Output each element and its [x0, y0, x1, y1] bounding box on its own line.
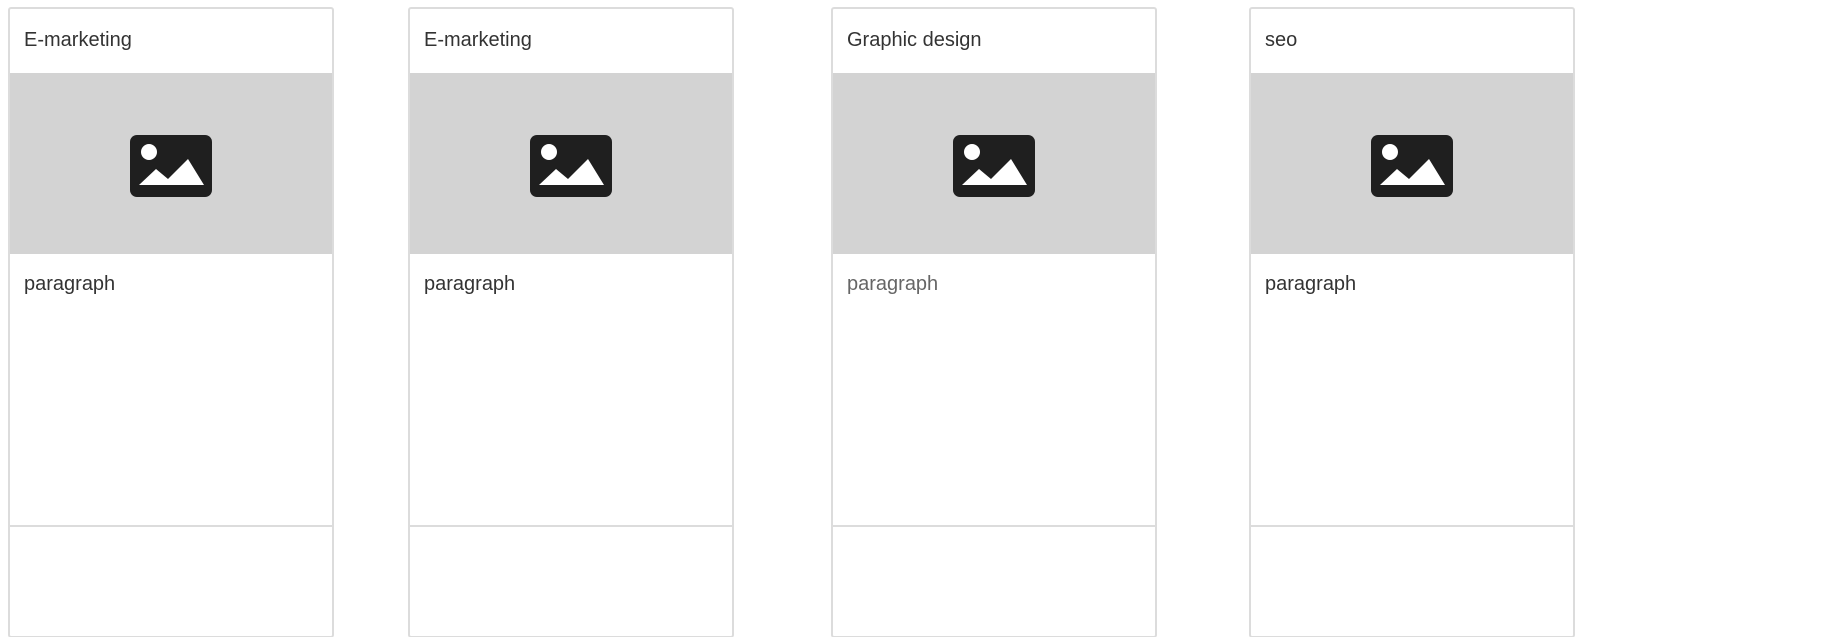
card-footer-divider: [1251, 525, 1573, 527]
card-image-placeholder: [410, 73, 732, 254]
card-paragraph: paragraph: [847, 273, 939, 295]
card-title: E-marketing: [24, 29, 132, 51]
card-image-placeholder: [833, 73, 1155, 254]
card-paragraph: paragraph: [424, 273, 516, 295]
service-card[interactable]: seo paragraph: [1249, 7, 1575, 637]
card-footer-divider: [10, 525, 332, 527]
card-title: Graphic design: [847, 29, 982, 51]
image-placeholder-icon: [1371, 134, 1453, 197]
card-paragraph: paragraph: [24, 273, 116, 295]
card-image-placeholder: [10, 73, 332, 254]
image-placeholder-icon: [530, 134, 612, 197]
card-grid: E-marketing paragraph E-marketing paragr…: [0, 0, 1841, 637]
card-paragraph: paragraph: [1265, 273, 1357, 295]
service-card[interactable]: Graphic design paragraph: [831, 7, 1157, 637]
service-card[interactable]: E-marketing paragraph: [408, 7, 734, 637]
card-footer-divider: [410, 525, 732, 527]
service-card[interactable]: E-marketing paragraph: [8, 7, 334, 637]
card-image-placeholder: [1251, 73, 1573, 254]
card-footer-divider: [833, 525, 1155, 527]
image-placeholder-icon: [130, 134, 212, 197]
image-placeholder-icon: [953, 134, 1035, 197]
card-title: E-marketing: [424, 29, 532, 51]
card-title: seo: [1265, 29, 1298, 51]
